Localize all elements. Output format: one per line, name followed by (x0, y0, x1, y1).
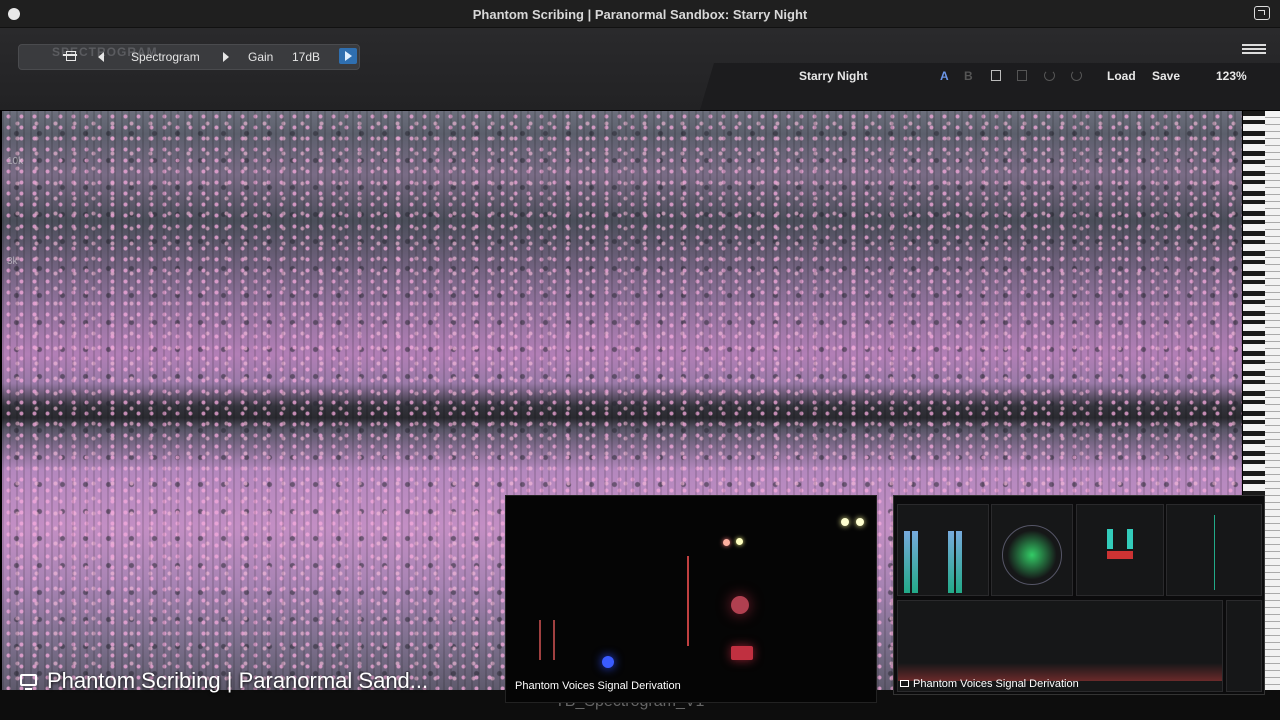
undo-icon[interactable] (1044, 70, 1055, 81)
preset-b-button[interactable]: B (964, 69, 973, 83)
prev-mode-arrow-icon[interactable] (98, 52, 104, 62)
freq-label-3k: 3k (7, 256, 18, 267)
camera-light (723, 539, 730, 546)
window-title: Phantom Scribing | Paranormal Sandbox: S… (472, 7, 808, 22)
gain-label: Gain (248, 50, 274, 64)
camera-light (736, 538, 743, 545)
preset-a-button[interactable]: A (940, 69, 949, 83)
zoom-level[interactable]: 123% (1216, 69, 1247, 83)
plugin-logo: SPECTROGRAM (28, 42, 157, 76)
correlation-panel (1076, 504, 1164, 596)
screen-share-icon (20, 674, 37, 690)
freq-label-10k: 10k (7, 156, 24, 167)
meter-monitor-tile[interactable]: Phantom Voices Signal Derivation (893, 495, 1265, 695)
copy-icon[interactable] (991, 70, 1001, 81)
camera-light (841, 518, 849, 526)
camera-object (539, 620, 541, 660)
main-stream-caption: Phantom Scribing | Paranormal Sand... (20, 668, 428, 694)
screen-share-icon (900, 680, 909, 687)
redo-icon[interactable] (1071, 70, 1082, 81)
plugin-header: SPECTROGRAM Spectrogram Gain 17dB Starry… (0, 28, 1280, 110)
monitor-side-panel (1226, 600, 1262, 692)
preset-bar (700, 63, 1280, 110)
next-mode-arrow-icon[interactable] (223, 52, 229, 62)
camera-tile[interactable]: Phantom Voices Signal Derivation (505, 495, 877, 703)
camera-light (856, 518, 864, 526)
crop-icon[interactable] (63, 51, 77, 61)
mode-selector[interactable]: Spectrogram (131, 50, 200, 64)
monitor-caption-text: Phantom Voices Signal Derivation (913, 678, 1079, 690)
load-button[interactable]: Load (1107, 69, 1136, 83)
play-button[interactable] (339, 48, 357, 64)
menu-icon[interactable] (1242, 44, 1266, 54)
camera-light (602, 656, 614, 668)
main-stream-title: Phantom Scribing | Paranormal Sand... (47, 668, 429, 693)
fullscreen-icon[interactable] (1254, 6, 1270, 20)
vectorscope-panel (991, 504, 1073, 596)
gain-value[interactable]: 17dB (292, 50, 320, 64)
camera-light (731, 596, 749, 614)
level-meter-panel (897, 504, 989, 596)
save-button[interactable]: Save (1152, 69, 1180, 83)
stereo-field-panel (1166, 504, 1262, 596)
camera-light (731, 646, 753, 660)
camera-object (687, 556, 689, 646)
preset-name[interactable]: Starry Night (799, 69, 868, 83)
window-titlebar: Phantom Scribing | Paranormal Sandbox: S… (0, 0, 1280, 28)
paste-icon[interactable] (1017, 70, 1027, 81)
camera-caption: Phantom Voices Signal Derivation (515, 680, 681, 692)
camera-object (553, 620, 555, 660)
monitor-caption: Phantom Voices Signal Derivation (900, 678, 1079, 690)
